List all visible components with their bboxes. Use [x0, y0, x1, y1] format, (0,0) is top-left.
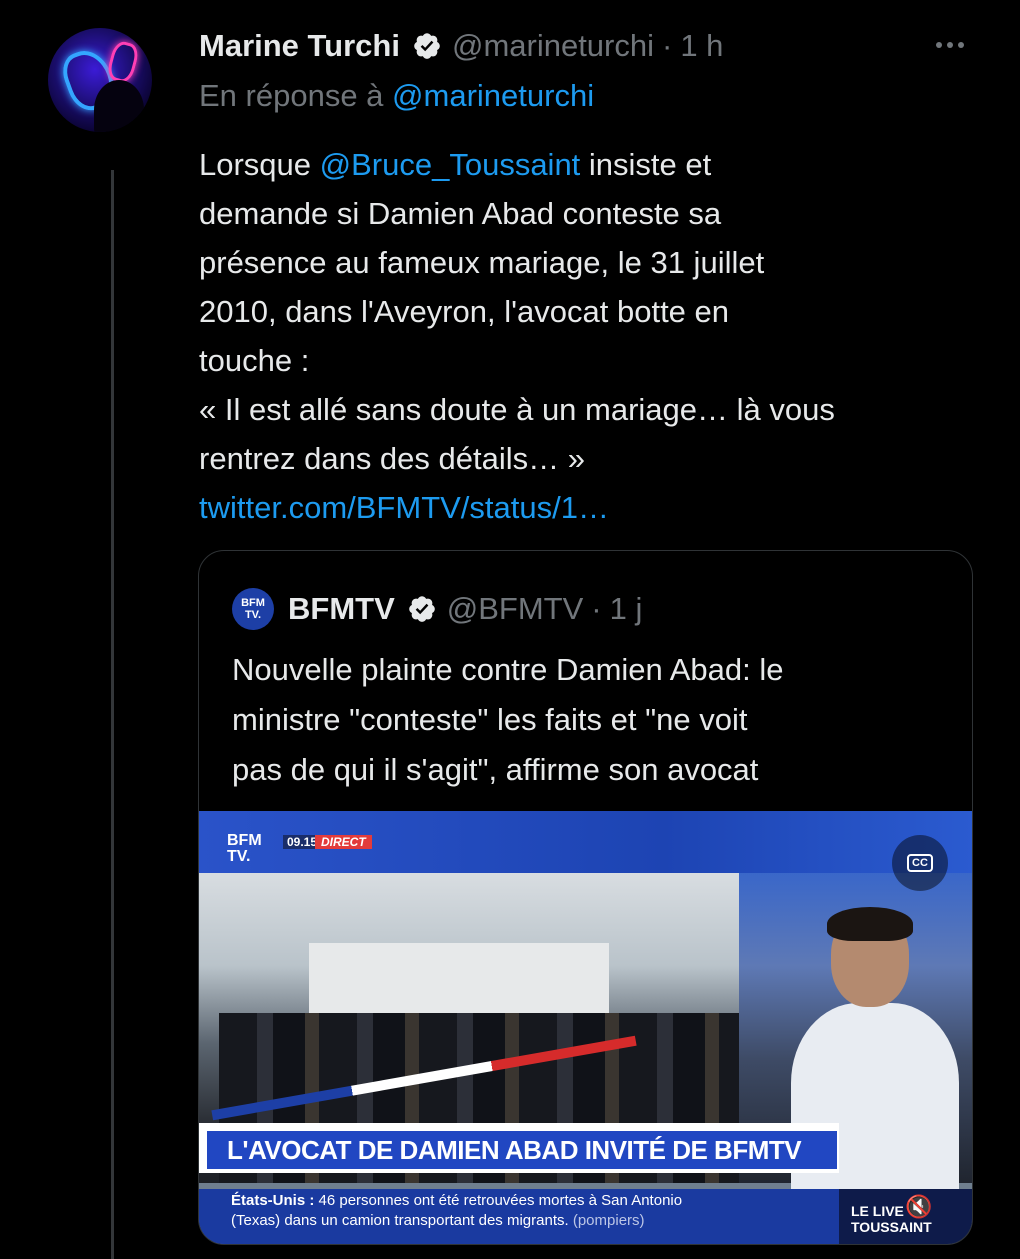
headline-banner: L'AVOCAT DE DAMIEN ABAD INVITÉ DE BFMTV — [199, 1123, 839, 1173]
headline-text: L'AVOCAT DE DAMIEN ABAD INVITÉ DE BFMTV — [207, 1131, 837, 1169]
separator-dot: · — [591, 591, 602, 626]
avatar-neon-pink — [105, 39, 141, 85]
verified-badge-icon — [414, 33, 440, 59]
tweet-text-line: présence au fameux mariage, le 31 juille… — [199, 245, 765, 280]
quoted-text-line: Nouvelle plainte contre Damien Abad: le — [232, 652, 784, 687]
author-avatar[interactable] — [48, 28, 152, 132]
tweet-text-line: touche : — [199, 343, 310, 378]
thread-line — [111, 170, 114, 1259]
reply-to-mention[interactable]: @marineturchi — [392, 78, 594, 113]
status-link[interactable]: twitter.com/BFMTV/status/1… — [199, 490, 609, 525]
quoted-tweet[interactable]: BFM TV. BFMTV @BFMTV · 1 j Nouvelle plai… — [198, 550, 973, 1245]
quoted-text-line: pas de qui il s'agit", affirme son avoca… — [232, 752, 759, 787]
closed-captions-icon[interactable]: CC — [892, 835, 948, 891]
tweet-header: Marine Turchi @marineturchi · 1 h — [199, 24, 723, 68]
cc-label: CC — [907, 854, 933, 872]
avatar-logo-line: TV. — [244, 609, 262, 621]
quoted-author-avatar[interactable]: BFM TV. — [232, 588, 274, 630]
guest-hair — [827, 907, 913, 941]
tweet-text-line: rentrez dans des détails… » — [199, 441, 585, 476]
tweet-text-line: Lorsque @Bruce_Toussaint insiste et — [199, 140, 989, 189]
quoted-tweet-header: BFM TV. BFMTV @BFMTV · 1 j — [232, 587, 642, 631]
mute-icon[interactable]: 🔇 — [899, 1191, 939, 1223]
avatar-silhouette — [94, 80, 144, 132]
ticker-line: 46 personnes ont été retrouvées mortes à… — [318, 1192, 683, 1209]
quoted-author-handle[interactable]: @BFMTV — [447, 591, 584, 627]
channel-logo-line: BFM — [227, 832, 262, 849]
mention-link[interactable]: @Bruce_Toussaint — [320, 147, 581, 182]
verified-badge-icon — [408, 596, 435, 622]
quoted-tweet-text: Nouvelle plainte contre Damien Abad: le … — [232, 645, 952, 795]
channel-logo-line: TV. — [227, 848, 251, 865]
ticker-source: (pompiers) — [572, 1212, 645, 1229]
ticker-line: (Texas) dans un camion transportant des … — [231, 1212, 569, 1229]
reply-context: En réponse à @marineturchi — [199, 78, 594, 114]
reply-prefix: En réponse à — [199, 78, 384, 113]
author-handle[interactable]: @marineturchi — [452, 28, 654, 64]
author-name[interactable]: Marine Turchi — [199, 28, 400, 64]
channel-logo: BFM TV. — [227, 833, 262, 865]
guest-shirt — [791, 1003, 959, 1203]
quoted-text-line: ministre "conteste" les faits et "ne voi… — [232, 702, 748, 737]
tweet-text-line: demande si Damien Abad conteste sa — [199, 196, 722, 231]
tweet-text-line: « Il est allé sans doute à un mariage… l… — [199, 392, 835, 427]
ticker-text: États-Unis : 46 personnes ont été retrou… — [231, 1191, 851, 1231]
tweet-timestamp[interactable]: 1 h — [680, 28, 723, 64]
tweet-text-line: 2010, dans l'Aveyron, l'avocat botte en — [199, 294, 730, 329]
live-badge: DIRECT — [315, 835, 372, 849]
quoted-author-name[interactable]: BFMTV — [288, 591, 395, 627]
quoted-timestamp[interactable]: 1 j — [610, 591, 643, 627]
more-options-icon[interactable] — [930, 30, 970, 60]
tweet-text: Lorsque @Bruce_Toussaint insiste et dema… — [199, 140, 989, 532]
separator-dot: · — [662, 28, 673, 63]
text-fragment: Lorsque — [199, 147, 320, 182]
avatar-logo-line: BFM — [241, 597, 265, 609]
ticker-label: États-Unis : — [231, 1192, 315, 1209]
video-player[interactable]: BFM TV. 09.15 DIRECT CC L'AVOCAT DE DAMI… — [199, 811, 972, 1244]
text-fragment: insiste et — [580, 147, 712, 182]
